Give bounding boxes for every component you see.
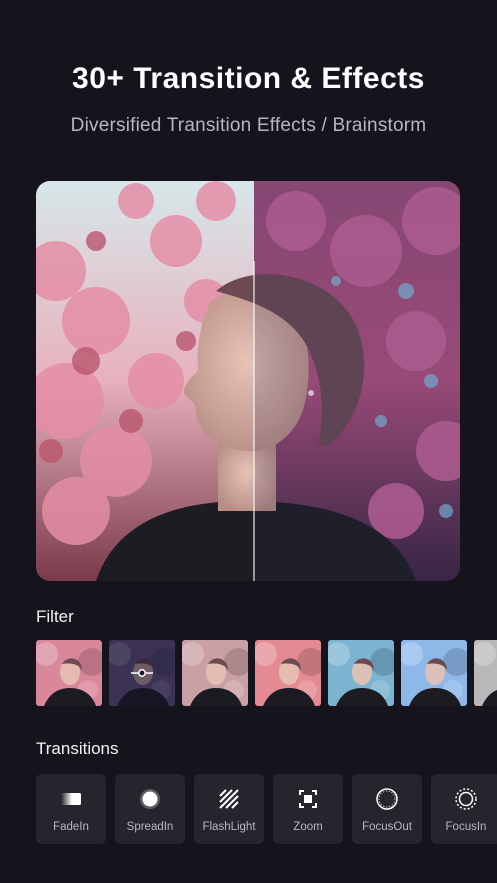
filter-section-title: Filter <box>36 607 74 626</box>
adjust-slider-icon[interactable] <box>131 669 153 677</box>
filter-thumbnail[interactable] <box>182 640 248 706</box>
transition-flashlight-button[interactable]: FlashLight <box>194 774 264 844</box>
transition-zoom-button[interactable]: Zoom <box>273 774 343 844</box>
transition-label: FlashLight <box>202 821 256 833</box>
transition-label: FocusOut <box>362 821 412 833</box>
transition-label: Zoom <box>293 821 323 833</box>
preview-image[interactable] <box>36 181 460 581</box>
transition-label: FadeIn <box>53 821 89 833</box>
transition-focusin-button[interactable]: FocusIn <box>431 774 497 844</box>
page-subtitle: Diversified Transition Effects / Brainst… <box>70 115 427 136</box>
zoom-icon <box>296 787 320 811</box>
filter-thumbnail[interactable] <box>109 640 175 706</box>
transition-focusout-button[interactable]: FocusOut <box>352 774 422 844</box>
focus-in-icon <box>454 787 478 811</box>
transition-label: FocusIn <box>445 821 487 833</box>
page-title: 30+ Transition & Effects <box>72 62 425 95</box>
transition-fadein-button[interactable]: FadeIn <box>36 774 106 844</box>
transitions-strip[interactable]: FadeIn SpreadIn FlashLight Zoom FocusOut Focu… <box>36 774 497 844</box>
filter-thumbnail[interactable] <box>255 640 321 706</box>
fade-icon <box>59 787 83 811</box>
focus-out-icon <box>375 787 399 811</box>
transition-label: SpreadIn <box>126 821 174 833</box>
compare-divider <box>253 261 255 581</box>
filter-thumbnail[interactable] <box>401 640 467 706</box>
filter-thumbnail[interactable] <box>474 640 497 706</box>
flashlight-icon <box>217 787 241 811</box>
filter-thumbnail[interactable] <box>328 640 394 706</box>
transitions-section-title: Transitions <box>36 739 119 758</box>
transition-spreadin-button[interactable]: SpreadIn <box>115 774 185 844</box>
filter-thumbnail[interactable] <box>36 640 102 706</box>
spread-icon <box>138 787 162 811</box>
filter-strip[interactable] <box>36 640 497 706</box>
